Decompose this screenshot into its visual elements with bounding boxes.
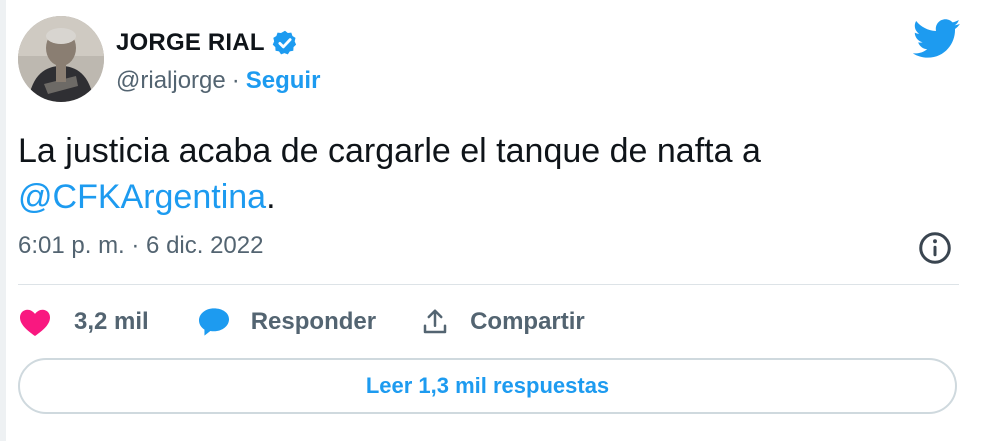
like-action[interactable]: 3,2 mil (18, 307, 149, 337)
reply-label: Responder (250, 308, 377, 335)
share-label: Compartir (470, 308, 585, 335)
follow-link[interactable]: Seguir (246, 67, 321, 95)
reply-bubble-icon (198, 308, 229, 336)
share-icon (423, 309, 447, 334)
share-action[interactable]: Compartir (420, 307, 585, 337)
twitter-bird-icon[interactable] (913, 18, 961, 60)
tweet-embed-card: JORGE RIAL @rialjorge · Seguir La justic… (0, 0, 992, 441)
author-handle-row: @rialjorge · Seguir (116, 64, 320, 98)
tweet-text: La justicia acaba de cargarle el tanque … (18, 128, 918, 220)
tweet-text-body: La justicia acaba de cargarle el tanque … (18, 132, 761, 170)
tweet-text-end: . (266, 178, 276, 216)
author-name-row: JORGE RIAL (116, 26, 299, 60)
reply-action[interactable]: Responder (197, 307, 376, 337)
author-handle[interactable]: @rialjorge (116, 67, 226, 95)
card-left-edge (0, 0, 6, 441)
handle-separator: · (231, 67, 240, 94)
author-name[interactable]: JORGE RIAL (116, 29, 265, 57)
avatar-photo (18, 16, 104, 102)
info-icon[interactable] (917, 230, 953, 266)
tweet-timestamp[interactable]: 6:01 p. m. · 6 dic. 2022 (18, 232, 263, 260)
tweet-actions: 3,2 mil Responder Compartir (18, 300, 585, 344)
like-count: 3,2 mil (74, 308, 149, 335)
avatar[interactable] (18, 16, 104, 102)
verified-badge-icon (272, 30, 296, 55)
heart-icon (20, 309, 50, 337)
divider (18, 284, 959, 285)
mention-link[interactable]: @CFKArgentina (18, 178, 266, 216)
read-replies-button[interactable]: Leer 1,3 mil respuestas (18, 358, 957, 414)
